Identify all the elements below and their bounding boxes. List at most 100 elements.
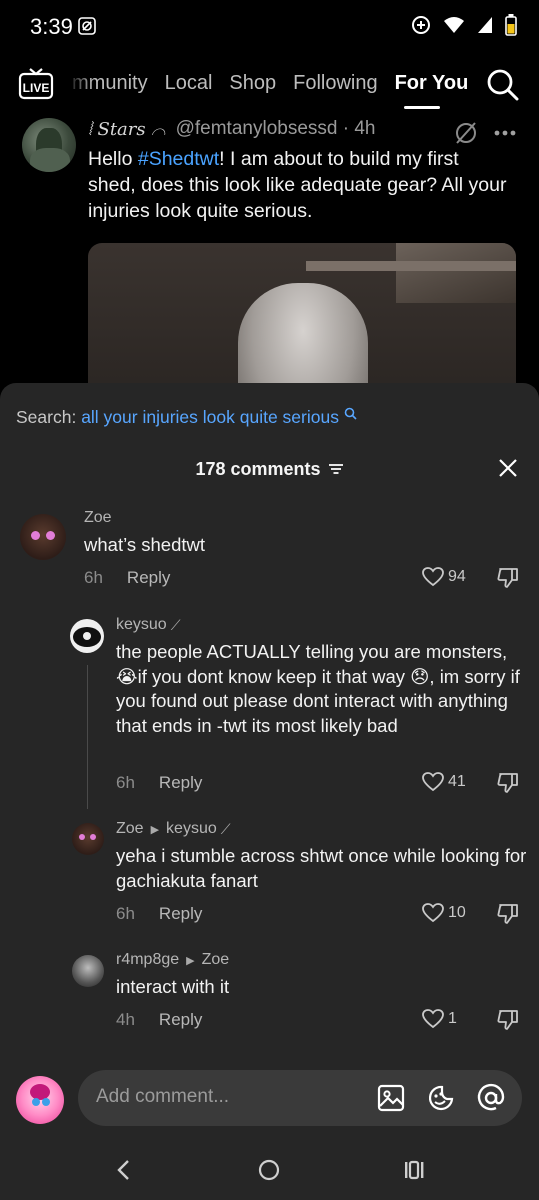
comment-time: 6h [116,904,135,923]
avatar[interactable] [70,619,104,653]
media-shelf [396,243,516,303]
comment-search-row[interactable]: Search: all your injuries look quite ser… [16,407,357,428]
comment-time: 6h [116,773,135,792]
comment-author-name: Zoe [116,820,144,837]
comment-author-name: Zoe [84,509,112,526]
like-button[interactable]: 10 [422,903,466,923]
comment-author-name: keysuo [116,616,167,633]
post-image[interactable] [88,243,516,403]
heart-icon [422,567,444,587]
comment-text: the people ACTUALLY telling you are mons… [116,641,520,736]
live-icon[interactable]: LIVE [18,66,54,100]
post-text: Hello #Shedtwt! I am about to build my f… [88,146,508,224]
comment-input-placeholder: Add comment... [96,1086,230,1107]
reply-button[interactable]: Reply [159,904,202,923]
post-time: 4h [354,118,376,139]
comments-sheet: Search: all your injuries look quite ser… [0,383,539,1058]
emoji-sticker-icon[interactable] [426,1083,456,1113]
comment-author[interactable]: Zoe [84,509,514,527]
dislike-icon[interactable] [497,567,519,589]
like-button[interactable]: 1 [422,1009,457,1029]
close-icon[interactable] [497,457,519,479]
feed-tabs: mmunity Local Shop Following For You [72,72,468,95]
heart-icon [422,1009,444,1029]
avatar[interactable] [20,514,66,560]
dislike-icon[interactable] [497,772,519,794]
comment-author[interactable]: keysuo ⟋ [116,616,528,634]
comment-input[interactable]: Add comment... [78,1070,522,1126]
tab-for-you[interactable]: For You [395,72,469,95]
like-count: 41 [448,773,466,790]
search-label: Search: [16,407,77,427]
home-icon[interactable] [257,1158,281,1182]
post-author-handle[interactable]: @femtanylobsessd · 4h [176,118,376,140]
top-nav: mmunity Local Shop Following For You LIV… [0,62,539,112]
comment-author[interactable]: r4mp8ge ▶ Zoe [116,951,528,969]
image-icon[interactable] [376,1083,406,1113]
reply-arrow-icon: ▶ [186,954,195,967]
comment-meta: 6h Reply [116,773,202,793]
comment-text: yeha i stumble across shtwt once while l… [116,845,527,891]
post-hashtag[interactable]: #Shedtwt [138,148,219,170]
back-icon[interactable] [112,1158,136,1182]
search-query-link[interactable]: all your injuries look quite serious [81,407,339,427]
comment-item: keysuo ⟋ the people ACTUALLY telling you … [116,616,528,738]
wing-badge: ⟋ [170,616,181,633]
post-handle-text: @femtanylobsessd [175,118,338,139]
dislike-icon[interactable] [497,903,519,925]
mention-icon[interactable] [476,1083,506,1113]
not-interested-icon[interactable] [453,120,479,146]
thread-line [87,665,88,809]
svg-text:LIVE: LIVE [23,81,50,95]
avatar[interactable] [72,955,104,987]
heart-icon [422,772,444,792]
search-query-icon[interactable] [344,407,357,420]
comment-author[interactable]: Zoe ▶ keysuo ⟋ [116,820,528,838]
post-author-name-text: Stars [97,118,146,140]
reply-to-name[interactable]: keysuo [166,820,217,838]
tab-shop[interactable]: Shop [229,72,276,95]
data-saver-icon [412,16,430,34]
comment-count-row: 178 comments [0,459,539,480]
tabs-fade [60,62,94,106]
wifi-icon [444,17,464,33]
search-icon[interactable] [486,68,520,102]
post-author-name[interactable]: ⦚ Stars ⌒ [88,119,166,140]
reply-button[interactable]: Reply [127,568,170,587]
post-actions [453,120,517,146]
recents-icon[interactable] [402,1158,426,1182]
comment-time: 6h [84,568,103,587]
comment-input-bar: Add comment... [0,1058,539,1140]
like-count: 10 [448,904,466,921]
comment-meta: 6h Reply [84,568,170,588]
tab-following[interactable]: Following [293,72,377,95]
comment-item: Zoe what’s shedtwt [84,509,514,558]
avatar[interactable] [72,823,104,855]
status-bar: 3:39 [0,0,539,52]
comment-author-name: r4mp8ge [116,951,180,968]
system-nav-bar [0,1140,539,1200]
wing-badge: ⟋ [220,820,231,837]
more-options-icon[interactable] [493,129,517,137]
comment-time: 4h [116,1010,135,1029]
like-count: 1 [448,1010,457,1027]
post-text-start: Hello [88,148,138,170]
comment-text: what’s shedtwt [84,534,205,555]
reply-button[interactable]: Reply [159,773,202,792]
like-button[interactable]: 94 [422,567,466,587]
reply-button[interactable]: Reply [159,1010,202,1029]
post-header: ⦚ Stars ⌒ @femtanylobsessd · 4h [88,118,376,140]
post-author-avatar[interactable] [22,118,76,172]
media-shelf-edge [306,261,516,271]
reply-to-name[interactable]: Zoe [202,951,230,969]
heart-icon [422,903,444,923]
like-count: 94 [448,568,466,585]
reply-arrow-icon: ▶ [150,823,160,836]
dislike-icon[interactable] [497,1009,519,1031]
sort-filter-icon[interactable] [328,463,344,475]
tab-local[interactable]: Local [165,72,213,95]
like-button[interactable]: 41 [422,772,466,792]
my-avatar[interactable] [16,1076,64,1124]
comment-text: interact with it [116,976,230,997]
active-tab-indicator [404,106,440,109]
